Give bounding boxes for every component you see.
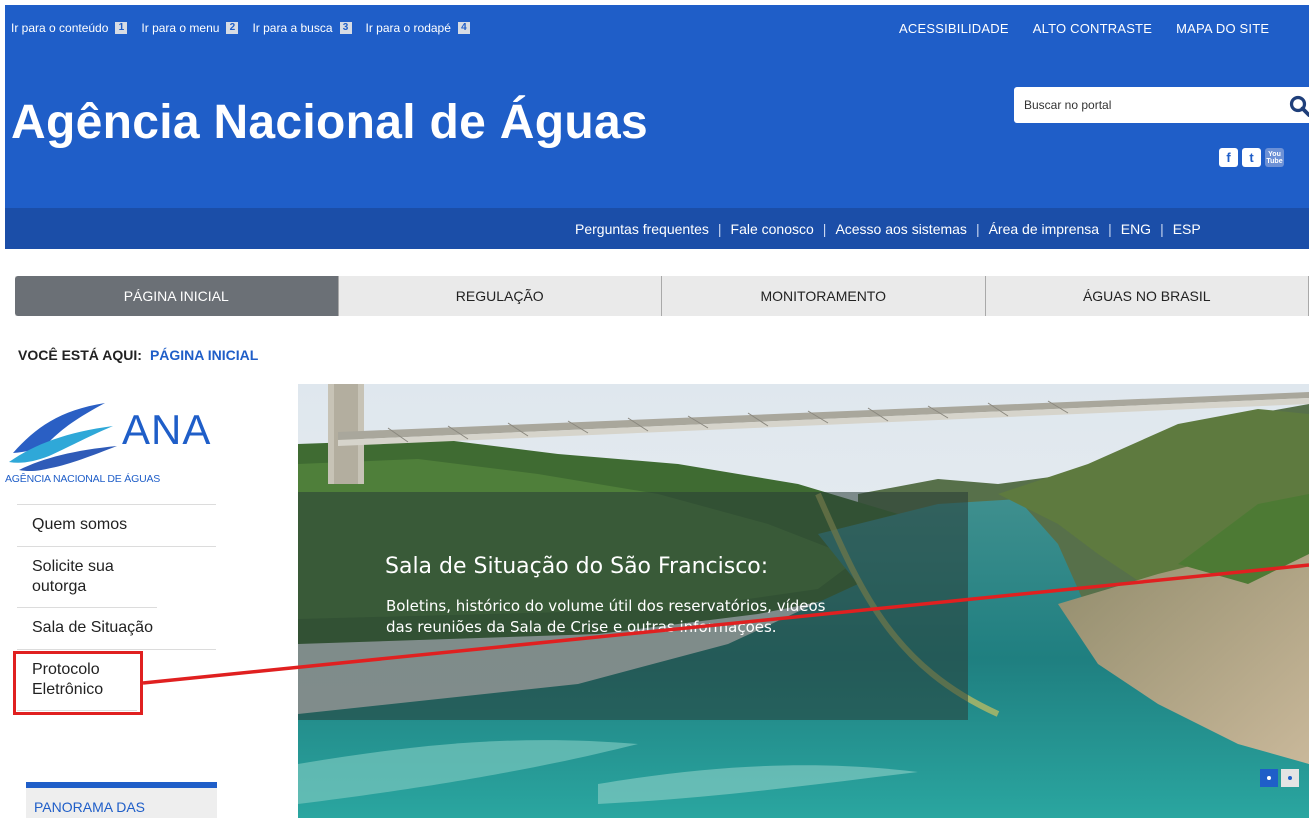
separator: | — [717, 221, 722, 237]
search-icon[interactable] — [1289, 95, 1309, 117]
twitter-icon[interactable]: t — [1242, 148, 1261, 167]
slider-dots — [1260, 769, 1299, 787]
site-title[interactable]: Agência Nacional de Águas — [11, 95, 648, 150]
skip-link-content[interactable]: Ir para o conteúdo 1 — [11, 21, 128, 35]
highlight-box — [13, 651, 143, 715]
site-header: Ir para o conteúdo 1 Ir para o menu 2 Ir p… — [5, 5, 1309, 208]
browser-viewport: Ir para o conteúdo 1 Ir para o menu 2 Ir p… — [5, 5, 1309, 818]
logo-name: ANA — [122, 406, 212, 453]
spanish-link[interactable]: ESP — [1173, 221, 1201, 237]
utility-links: Perguntas frequentes | Fale conosco | Aces… — [575, 221, 1201, 237]
press-area-link[interactable]: Área de imprensa — [989, 221, 1100, 237]
contact-link[interactable]: Fale conosco — [731, 221, 814, 237]
slide-dot-2[interactable] — [1281, 769, 1299, 787]
top-links: ACESSIBILIDADE ALTO CONTRASTE MAPA DO SI… — [899, 21, 1293, 36]
separator: | — [1108, 221, 1112, 237]
tab-monitoring[interactable]: MONITORAMENTO — [662, 276, 986, 316]
tab-waters-in-brazil[interactable]: ÁGUAS NO BRASIL — [986, 276, 1309, 316]
logo-subtitle: AGÊNCIA NACIONAL DE ÁGUAS — [5, 473, 161, 485]
skip-link-footer[interactable]: Ir para o rodapé 4 — [366, 21, 470, 35]
search-box — [1014, 87, 1309, 123]
hero-slider[interactable]: Sala de Situação do São Francisco: Bolet… — [298, 384, 1309, 818]
panorama-box[interactable]: PANORAMA DAS — [26, 788, 217, 818]
utility-bar: Perguntas frequentes | Fale conosco | Aces… — [5, 208, 1309, 249]
sidebar-item-about[interactable]: Quem somos — [17, 505, 216, 547]
tab-home[interactable]: PÁGINA INICIAL — [15, 276, 339, 316]
breadcrumb-home-link[interactable]: PÁGINA INICIAL — [150, 347, 258, 363]
tab-regulation[interactable]: REGULAÇÃO — [339, 276, 662, 316]
english-link[interactable]: ENG — [1121, 221, 1151, 237]
sidebar-item-request-grant[interactable]: Solicite sua outorga — [17, 547, 157, 608]
social-icons: f t You Tube — [1219, 148, 1284, 167]
breadcrumb: VOCÊ ESTÁ AQUI: PÁGINA INICIAL — [18, 347, 258, 363]
separator: | — [1160, 221, 1164, 237]
skip-link-menu[interactable]: Ir para o menu 2 — [141, 21, 239, 35]
high-contrast-link[interactable]: ALTO CONTRASTE — [1033, 21, 1152, 36]
systems-access-link[interactable]: Acesso aos sistemas — [835, 221, 967, 237]
separator: | — [975, 221, 980, 237]
breadcrumb-label: VOCÊ ESTÁ AQUI: — [18, 347, 142, 363]
separator: | — [822, 221, 827, 237]
hero-description: Boletins, histórico do volume útil dos r… — [386, 597, 826, 636]
sidebar-item-situation-room[interactable]: Sala de Situação — [17, 608, 216, 650]
panorama-title: PANORAMA DAS — [34, 799, 145, 815]
skip-links: Ir para o conteúdo 1 Ir para o menu 2 Ir p… — [11, 21, 484, 35]
hero-title[interactable]: Sala de Situação do São Francisco: — [385, 554, 768, 579]
accessibility-link[interactable]: ACESSIBILIDADE — [899, 21, 1009, 36]
main-nav: PÁGINA INICIAL REGULAÇÃO MONITORAMENTO Á… — [15, 276, 1309, 316]
search-input[interactable] — [1014, 87, 1284, 123]
slide-dot-1[interactable] — [1260, 769, 1278, 787]
faq-link[interactable]: Perguntas frequentes — [575, 221, 709, 237]
youtube-icon[interactable]: You Tube — [1265, 148, 1284, 167]
skip-link-search[interactable]: Ir para a busca 3 — [252, 21, 352, 35]
sitemap-link[interactable]: MAPA DO SITE — [1176, 21, 1269, 36]
facebook-icon[interactable]: f — [1219, 148, 1238, 167]
